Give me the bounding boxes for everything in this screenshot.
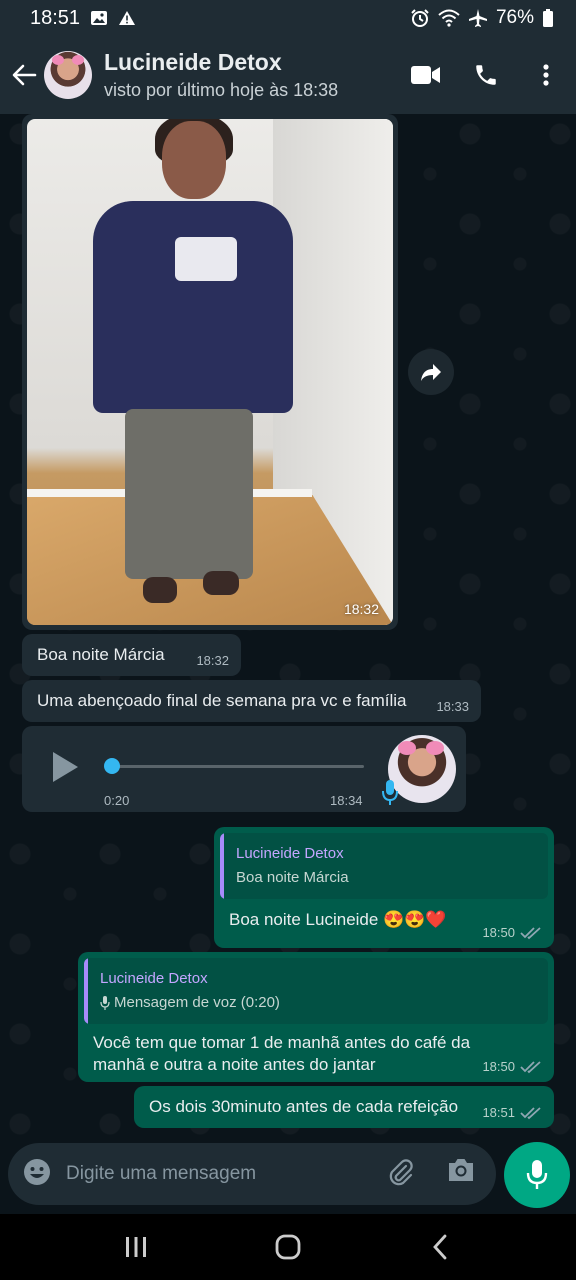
outgoing-message[interactable]: Lucineide Detox Mensagem de voz (0:20) V… [78,952,554,1082]
warning-icon [118,10,136,26]
message-text: Uma abençoado final de semana pra vc e f… [37,691,407,710]
contact-name: Lucineide Detox [104,49,282,75]
battery-level: 76% [495,7,534,28]
audio-seek-handle[interactable] [104,758,120,774]
message-time: 18:51 [482,1105,515,1120]
microphone-icon [526,1160,548,1189]
video-call-button[interactable] [396,45,456,105]
status-bar: 18:51 76% [0,0,576,36]
chat-header: Lucineide Detox visto por último hoje às… [0,36,576,114]
quoted-sender: Lucineide Detox [100,970,208,987]
quoted-message[interactable]: Lucineide Detox Boa noite Márcia [220,833,548,899]
home-button[interactable] [258,1222,318,1272]
message-text: Boa noite Márcia [37,645,165,664]
status-time: 18:51 [30,6,81,29]
arrow-left-icon [12,64,37,86]
voice-call-button[interactable] [456,45,516,105]
quoted-text: Boa noite Márcia [236,869,349,886]
double-check-icon [520,1060,541,1073]
image-icon [90,10,108,26]
contact-avatar[interactable] [44,51,92,99]
camera-button[interactable] [446,1157,480,1191]
double-check-icon [520,1106,541,1119]
audio-progress-track[interactable] [110,765,364,768]
emoji-icon [24,1159,50,1185]
play-button[interactable] [50,750,84,788]
video-camera-icon [411,66,440,84]
incoming-message[interactable]: Boa noite Márcia 18:32 [22,634,241,676]
message-text: Você tem que tomar 1 de manhã antes do c… [93,1033,471,1074]
chat-area[interactable]: 18:32 Boa noite Márcia 18:32 Uma abençoa… [0,114,576,1140]
phone-icon [476,65,496,85]
emoji-button[interactable] [22,1157,56,1191]
forward-button[interactable] [408,349,454,395]
contact-info[interactable]: Lucineide Detox visto por último hoje às… [104,48,338,102]
battery-icon [542,9,554,27]
recents-icon [126,1237,146,1257]
message-time: 18:50 [482,925,515,940]
image-message[interactable]: 18:32 [22,114,398,630]
photo[interactable]: 18:32 [27,119,393,625]
voice-message[interactable]: 0:20 18:34 [22,726,466,812]
play-icon [53,752,78,782]
last-seen-status: visto por último hoje às 18:38 [104,80,339,100]
more-vertical-icon [543,64,549,86]
outgoing-message[interactable]: Os dois 30minuto antes de cada refeição … [134,1086,554,1128]
nav-back-button[interactable] [410,1222,470,1272]
back-button[interactable] [4,45,44,105]
camera-icon [449,1159,473,1181]
message-input[interactable] [66,1151,366,1197]
message-text: Boa noite Lucineide 😍😍❤️ [229,910,447,929]
microphone-icon [382,780,398,811]
home-icon [275,1234,301,1260]
message-time: 18:34 [330,793,363,808]
double-check-icon [520,926,541,939]
sender-avatar [388,735,456,803]
quoted-message[interactable]: Lucineide Detox Mensagem de voz (0:20) [84,958,548,1024]
voice-record-button[interactable] [504,1142,570,1208]
outgoing-message[interactable]: Lucineide Detox Boa noite Márcia Boa noi… [214,827,554,948]
incoming-message[interactable]: Uma abençoado final de semana pra vc e f… [22,680,481,722]
system-nav-bar [0,1214,576,1280]
quoted-text: Mensagem de voz (0:20) [114,994,280,1011]
chevron-left-icon [433,1234,447,1260]
quoted-sender: Lucineide Detox [236,845,344,862]
microphone-icon [100,995,110,1010]
attach-button[interactable] [386,1157,420,1191]
menu-button[interactable] [516,45,576,105]
voice-duration: 0:20 [104,793,130,808]
message-time: 18:32 [343,601,379,617]
airplane-icon [468,8,488,28]
compose-bar [0,1140,576,1214]
message-text: Os dois 30minuto antes de cada refeição [149,1097,459,1116]
recents-button[interactable] [106,1222,166,1272]
paperclip-icon [389,1159,413,1186]
message-time: 18:33 [436,699,469,714]
forward-arrow-icon [421,364,441,381]
message-input-box[interactable] [8,1143,496,1205]
alarm-icon [410,8,430,28]
message-time: 18:32 [196,653,229,668]
message-time: 18:50 [482,1059,515,1074]
wifi-icon [438,9,460,27]
